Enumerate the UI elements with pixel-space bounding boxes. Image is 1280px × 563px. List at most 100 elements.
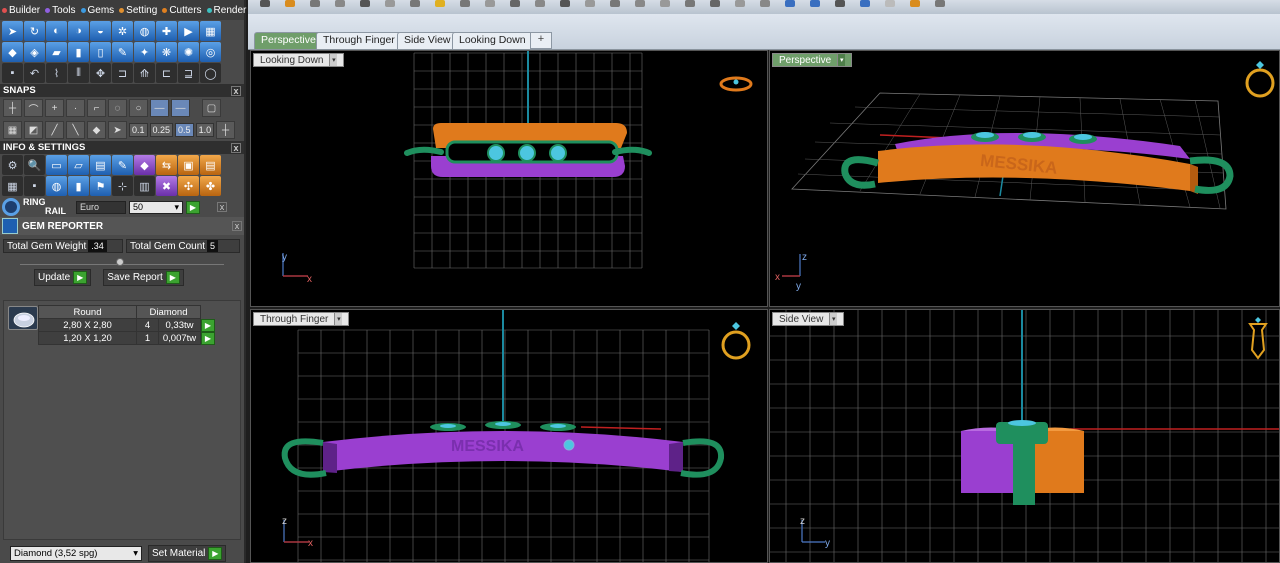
- snap-mid-icon[interactable]: —: [150, 99, 169, 117]
- viewport-perspective[interactable]: Perspective ▾ MESSIKA z x y: [769, 50, 1280, 307]
- viewport-label[interactable]: Side View ▾: [772, 312, 845, 326]
- info-tool-13-icon[interactable]: ◍: [46, 176, 67, 196]
- toolbar-tool-18-icon[interactable]: [685, 0, 695, 7]
- slider-knob[interactable]: [116, 258, 124, 266]
- menu-setting[interactable]: Setting: [119, 5, 157, 16]
- toolbar-tool-15-icon[interactable]: [610, 0, 620, 7]
- tab-perspective[interactable]: Perspective: [254, 32, 323, 49]
- builder-tool-25-icon[interactable]: ✥: [90, 63, 111, 83]
- builder-tool-5-icon[interactable]: ◒: [90, 21, 111, 41]
- info-tool-14-icon[interactable]: ▮: [68, 176, 89, 196]
- snap-diagonal-icon[interactable]: ╲: [66, 121, 85, 139]
- snap-point-icon[interactable]: ·: [66, 99, 85, 117]
- builder-tool-4-icon[interactable]: ◑: [68, 21, 89, 41]
- info-tool-3-icon[interactable]: ▭: [46, 155, 67, 175]
- toolbar-tool-21-icon[interactable]: [760, 0, 770, 7]
- info-tool-15-icon[interactable]: ⚑: [90, 176, 111, 196]
- close-icon[interactable]: x: [217, 202, 227, 212]
- builder-tool-12-icon[interactable]: ◈: [24, 42, 45, 62]
- menu-tools[interactable]: Tools: [45, 5, 76, 16]
- builder-tool-20-icon[interactable]: ◎: [200, 42, 221, 62]
- ring-icon[interactable]: [2, 198, 20, 216]
- close-icon[interactable]: x: [232, 221, 242, 231]
- snap-eye-icon[interactable]: ◆: [87, 121, 106, 139]
- viewport-side-view[interactable]: Side View ▾ z y: [769, 309, 1280, 563]
- toolbar-tool-2-icon[interactable]: [285, 0, 295, 7]
- toolbar-tool-11-icon[interactable]: [510, 0, 520, 7]
- builder-tool-28-icon[interactable]: ⊏: [156, 63, 177, 83]
- builder-tool-16-icon[interactable]: ✎: [112, 42, 133, 62]
- toolbar-tool-5-icon[interactable]: [360, 0, 370, 7]
- snap-end-icon[interactable]: ⌐: [87, 99, 106, 117]
- tab-through-finger[interactable]: Through Finger: [316, 32, 402, 49]
- info-tool-18-icon[interactable]: ✖: [156, 176, 177, 196]
- snap-layout-icon[interactable]: ▦: [3, 121, 22, 139]
- save-report-button[interactable]: Save Report ▶: [103, 269, 184, 286]
- snap-cross-icon[interactable]: +: [45, 99, 64, 117]
- info-tool-20-icon[interactable]: ✤: [200, 176, 221, 196]
- toolbar-tool-27-icon[interactable]: [910, 0, 920, 7]
- toolbar-tool-13-icon[interactable]: [560, 0, 570, 7]
- snap-perspective-icon[interactable]: ◩: [24, 121, 43, 139]
- toolbar-tool-12-icon[interactable]: [535, 0, 545, 7]
- set-material-button[interactable]: Set Material ▶: [148, 545, 227, 562]
- snap-near-icon[interactable]: ○: [129, 99, 148, 117]
- snap-value-10[interactable]: 1.0: [195, 123, 215, 137]
- toolbar-tool-7-icon[interactable]: [410, 0, 420, 7]
- menu-render[interactable]: Render: [206, 5, 246, 16]
- menu-gems[interactable]: Gems: [80, 5, 114, 16]
- info-tool-5-icon[interactable]: ▤: [90, 155, 111, 175]
- snap-grid-icon[interactable]: ┼: [3, 99, 22, 117]
- builder-tool-30-icon[interactable]: ◯: [200, 63, 221, 83]
- select-gem-button[interactable]: ▶: [201, 318, 215, 332]
- toolbar-tool-9-icon[interactable]: [460, 0, 470, 7]
- toolbar-tool-24-icon[interactable]: [835, 0, 845, 7]
- toolbar-tool-17-icon[interactable]: [660, 0, 670, 7]
- toolbar-tool-4-icon[interactable]: [335, 0, 345, 7]
- builder-tool-7-icon[interactable]: ◍: [134, 21, 155, 41]
- builder-tool-24-icon[interactable]: ⦀: [68, 63, 89, 83]
- chevron-down-icon[interactable]: ▾: [837, 54, 846, 66]
- viewport-label[interactable]: Looking Down ▾: [253, 53, 345, 67]
- info-tool-8-icon[interactable]: ⇆: [156, 155, 177, 175]
- chevron-down-icon[interactable]: ▾: [829, 313, 838, 325]
- toolbar-tool-16-icon[interactable]: [635, 0, 645, 7]
- snap-value-025[interactable]: 0.25: [149, 123, 174, 137]
- info-tool-9-icon[interactable]: ▣: [178, 155, 199, 175]
- select-gem-button[interactable]: ▶: [201, 331, 215, 345]
- builder-tool-10-icon[interactable]: ▦: [200, 21, 221, 41]
- snap-value-05[interactable]: 0.5: [175, 123, 194, 137]
- menu-builder[interactable]: Builder: [2, 5, 40, 16]
- snap-center-icon[interactable]: ◌: [108, 99, 127, 117]
- snap-grid-toggle-icon[interactable]: ┼: [216, 121, 236, 139]
- close-icon[interactable]: x: [231, 142, 241, 153]
- chevron-down-icon[interactable]: ▾: [329, 54, 338, 66]
- toolbar-tool-26-icon[interactable]: [885, 0, 895, 7]
- builder-tool-9-icon[interactable]: ▶: [178, 21, 199, 41]
- gem-slider[interactable]: [20, 257, 224, 266]
- builder-tool-3-icon[interactable]: ◐: [46, 21, 67, 41]
- info-tool-1-icon[interactable]: ⚙: [2, 155, 23, 175]
- info-tool-2-icon[interactable]: 🔍: [24, 155, 45, 175]
- toolbar-tool-1-icon[interactable]: [260, 0, 270, 7]
- chevron-down-icon[interactable]: ▾: [334, 313, 343, 325]
- snap-frame-icon[interactable]: ▢: [202, 99, 221, 117]
- info-tool-11-icon[interactable]: ▦: [2, 176, 23, 196]
- material-select[interactable]: Diamond (3,52 spg) ▾: [10, 546, 142, 561]
- toolbar-tool-19-icon[interactable]: [710, 0, 720, 7]
- menu-cutters[interactable]: Cutters: [162, 5, 202, 16]
- builder-tool-13-icon[interactable]: ▰: [46, 42, 67, 62]
- ring-go-button[interactable]: ▶: [186, 200, 200, 214]
- viewport-label[interactable]: Perspective ▾: [772, 53, 853, 67]
- ring-standard-field[interactable]: Euro: [76, 200, 126, 214]
- builder-tool-17-icon[interactable]: ✦: [134, 42, 155, 62]
- toolbar-tool-8-icon[interactable]: [435, 0, 445, 7]
- builder-tool-29-icon[interactable]: ⊒: [178, 63, 199, 83]
- info-tool-7-icon[interactable]: ◆: [134, 155, 155, 175]
- info-tool-10-icon[interactable]: ▤: [200, 155, 221, 175]
- add-tab-button[interactable]: +: [530, 32, 552, 49]
- snap-curve-icon[interactable]: ⌒: [24, 99, 43, 117]
- info-tool-19-icon[interactable]: ✣: [178, 176, 199, 196]
- update-button[interactable]: Update ▶: [34, 269, 92, 286]
- builder-tool-6-icon[interactable]: ✲: [112, 21, 133, 41]
